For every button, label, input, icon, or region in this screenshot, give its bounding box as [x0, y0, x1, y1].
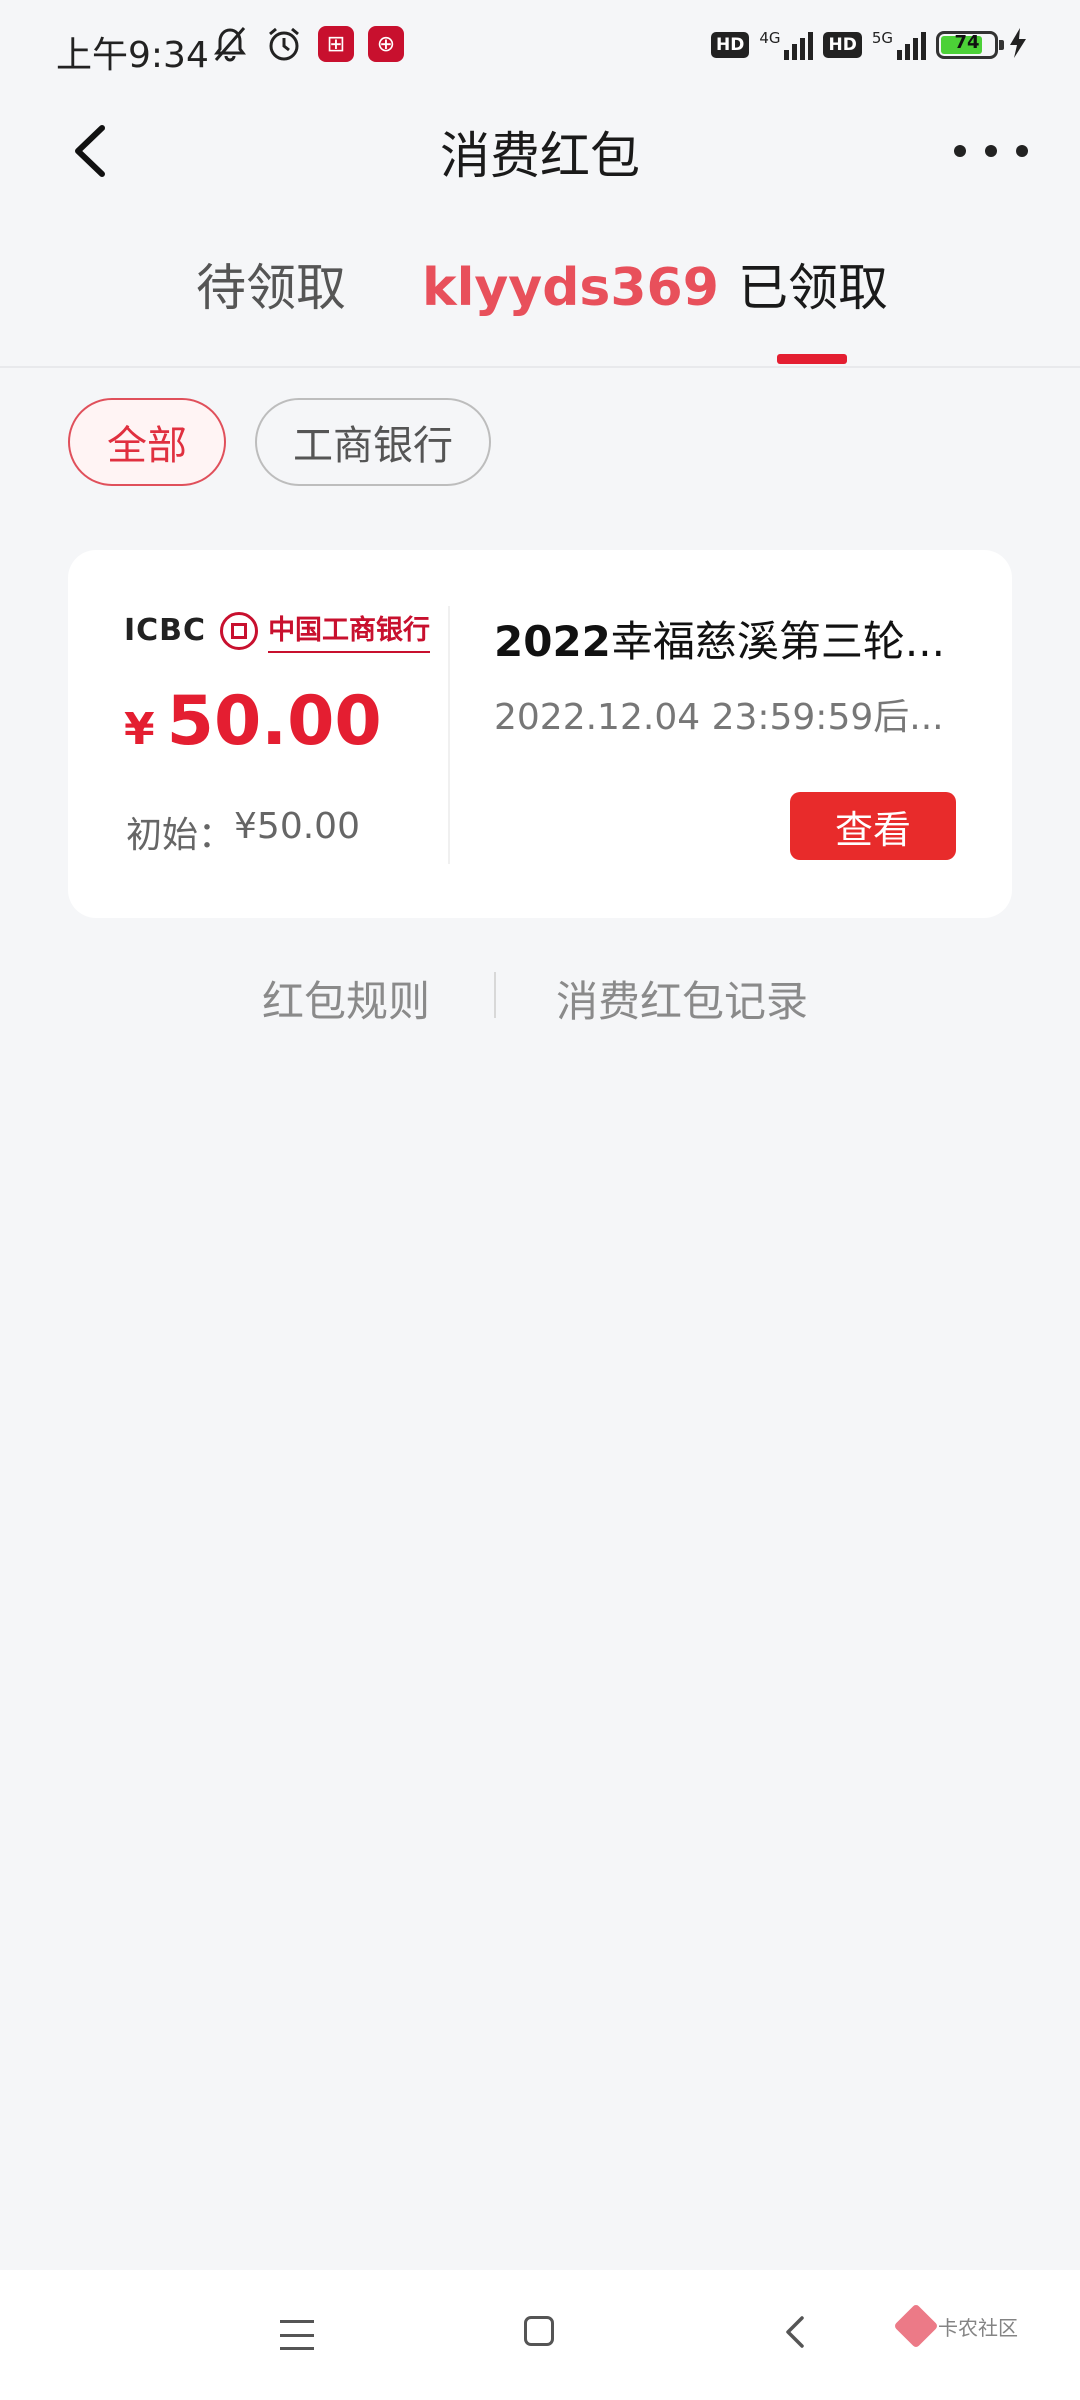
records-link[interactable]: 消费红包记录	[556, 968, 808, 1029]
menu-line-icon	[280, 2320, 314, 2323]
page-title: 消费红包	[440, 127, 640, 185]
rules-link[interactable]: 红包规则	[262, 968, 430, 1029]
overlay-watermark-text: klyyds369	[422, 258, 719, 318]
filter-chip-icbc[interactable]: 工商银行	[255, 398, 491, 486]
bank-logo-en: ICBC	[124, 613, 207, 648]
links-divider	[494, 972, 496, 1018]
coupon-card: ICBC 中国工商银行 ¥ 50.00 初始： ¥50.00 2022幸福慈溪第…	[68, 550, 1012, 918]
initial-label: 初始：	[126, 815, 235, 856]
coupon-amount: ¥ 50.00	[124, 682, 382, 761]
more-dot-icon	[954, 145, 966, 157]
system-back-button[interactable]	[776, 2312, 816, 2352]
chevron-left-icon	[786, 2316, 804, 2348]
status-left-icons: ⊞ ⊕	[210, 24, 404, 64]
home-button[interactable]	[524, 2316, 554, 2346]
more-dot-icon	[1016, 145, 1028, 157]
status-time: 上午9:34	[56, 35, 209, 76]
mute-bell-icon	[210, 24, 250, 64]
bank-logo: ICBC 中国工商银行	[124, 608, 431, 653]
signal-icon-2	[897, 30, 926, 60]
hd-badge-2: HD	[823, 32, 862, 58]
coupon-title-text: 幸福慈溪第三轮...	[610, 617, 945, 666]
tab-received[interactable]: 已领取	[738, 248, 888, 320]
footer-links: 红包规则 消费红包记录	[0, 968, 1080, 1028]
coupon-title: 2022幸福慈溪第三轮...	[494, 608, 964, 669]
status-right-icons: HD 4G HD 5G 74	[710, 28, 1028, 62]
tab-pending[interactable]: 待领取	[196, 248, 346, 320]
bank-logo-cn: 中国工商银行	[268, 608, 431, 653]
watermark-text: 卡农社区	[938, 2315, 1018, 2340]
icbc-logo-icon	[220, 611, 259, 650]
hd-badge: HD	[710, 32, 750, 58]
charging-icon	[1008, 28, 1028, 62]
alarm-icon	[264, 24, 304, 64]
card-divider	[448, 606, 450, 864]
watermark-logo-icon	[893, 2303, 939, 2349]
more-options-button[interactable]	[954, 126, 1028, 176]
status-bar: 上午9:34 ⊞ ⊕ HD 4G HD 5G 74	[0, 0, 1080, 96]
coupon-expiry: 2022.12.04 23:59:59后...	[494, 697, 944, 738]
filter-chip-all[interactable]: 全部	[68, 398, 226, 486]
battery-icon: 74	[936, 31, 1004, 59]
amount-value: 50.00	[166, 682, 382, 761]
corner-watermark: 卡农社区	[893, 2303, 1018, 2349]
network-type-5g: 5G	[871, 29, 893, 47]
recent-apps-button[interactable]	[280, 2320, 314, 2350]
initial-value: ¥50.00	[234, 806, 360, 847]
system-nav-bar: 卡农社区	[0, 2270, 1080, 2400]
view-button[interactable]: 查看	[790, 792, 956, 860]
battery-level: 74	[954, 32, 980, 53]
app-header: 消费红包	[0, 96, 1080, 200]
icbc-app-icon-2: ⊕	[368, 26, 404, 62]
menu-line-icon	[280, 2333, 314, 2337]
network-type-4g: 4G	[759, 29, 781, 47]
active-tab-indicator	[777, 354, 847, 364]
signal-icon	[784, 30, 814, 60]
initial-amount: 初始： ¥50.00	[126, 806, 360, 858]
menu-line-icon	[280, 2347, 314, 2350]
more-dot-icon	[985, 145, 997, 157]
coupon-title-year: 2022	[494, 617, 611, 666]
icbc-app-icon: ⊞	[318, 26, 354, 62]
currency-symbol: ¥	[124, 704, 155, 755]
tab-bar: 待领取 klyyds369 已领取	[0, 236, 1080, 368]
